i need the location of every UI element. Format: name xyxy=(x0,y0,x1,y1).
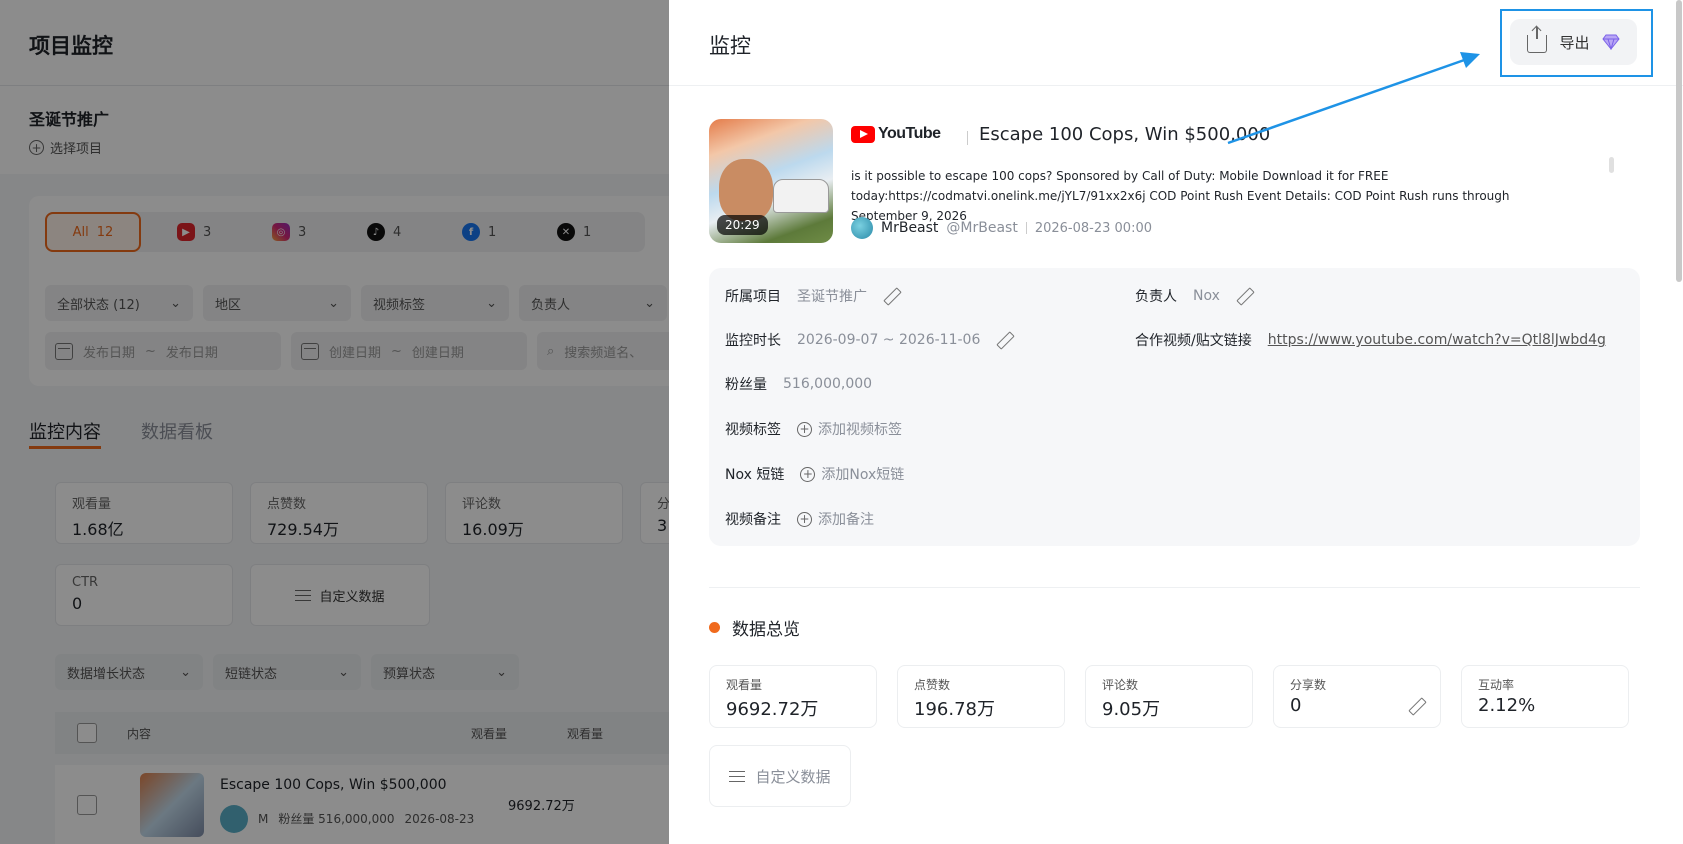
meta-separator xyxy=(1025,222,1027,234)
export-button[interactable]: 导出 xyxy=(1510,19,1637,65)
metric-label: 点赞数 xyxy=(914,678,951,692)
metric-shares: 分享数 0 xyxy=(1273,665,1441,728)
add-tag-label: 添加视频标签 xyxy=(818,422,902,438)
field-note: 视频备注 + 添加备注 xyxy=(725,509,874,529)
video-title[interactable]: Escape 100 Cops, Win $500,000 xyxy=(979,124,1270,145)
metric-comments: 评论数 9.05万 xyxy=(1085,665,1253,728)
video-summary: 20:29 YouTube Escape 100 Cops, Win $500,… xyxy=(709,119,1649,243)
field-value: Nox xyxy=(1193,288,1220,304)
field-label: Nox 短链 xyxy=(725,467,785,483)
author-handle: @MrBeast xyxy=(946,220,1018,236)
sliders-icon xyxy=(729,769,746,783)
field-label: 负责人 xyxy=(1135,289,1177,305)
metric-likes: 点赞数 196.78万 xyxy=(897,665,1065,728)
plus-circle-icon: + xyxy=(800,466,816,482)
add-note-label: 添加备注 xyxy=(818,512,874,528)
metric-value: 196.78万 xyxy=(914,699,995,720)
video-duration: 20:29 xyxy=(717,215,768,235)
field-label: 所属项目 xyxy=(725,289,781,305)
description-scrollbar[interactable] xyxy=(1609,157,1614,173)
info-card: 所属项目 圣诞节推广 负责人 Nox 监控时长 2026-09-07 ~ 202… xyxy=(709,268,1640,546)
field-label: 粉丝量 xyxy=(725,377,767,393)
add-tag-button[interactable]: + 添加视频标签 xyxy=(797,419,902,439)
monitor-drawer: 监控 导出 20:29 YouTube Escape 100 Cops, Win… xyxy=(669,0,1683,844)
field-value: 2026-09-07 ~ 2026-11-06 xyxy=(797,332,981,348)
metric-value: 9692.72万 xyxy=(726,699,819,720)
field-project: 所属项目 圣诞节推广 xyxy=(725,286,899,306)
field-owner: 负责人 Nox xyxy=(1135,286,1252,306)
metric-label: 分享数 xyxy=(1290,678,1327,692)
modal-overlay[interactable] xyxy=(0,0,669,844)
metric-views: 观看量 9692.72万 xyxy=(709,665,877,728)
custom-data-button[interactable]: 自定义数据 xyxy=(709,745,851,807)
video-thumbnail[interactable]: 20:29 xyxy=(709,119,833,243)
youtube-icon xyxy=(851,125,875,143)
metric-label: 观看量 xyxy=(726,678,763,692)
overview-title: 数据总览 xyxy=(732,620,800,640)
video-author: MrBeast @MrBeast 2026-08-23 00:00 xyxy=(851,217,1152,239)
field-value: 圣诞节推广 xyxy=(797,289,867,305)
platform-name: YouTube xyxy=(878,125,941,142)
pencil-icon[interactable] xyxy=(883,288,899,304)
field-shortlink: Nox 短链 + 添加Nox短链 xyxy=(725,464,904,484)
metric-value: 0 xyxy=(1290,695,1302,716)
author-name[interactable]: MrBeast xyxy=(881,220,938,236)
field-label: 合作视频/贴文链接 xyxy=(1135,333,1252,349)
export-label: 导出 xyxy=(1559,33,1590,52)
thumbnail-face xyxy=(719,159,773,221)
upload-icon xyxy=(1527,27,1548,53)
drawer-header: 监控 导出 xyxy=(669,0,1683,86)
plus-circle-icon: + xyxy=(797,421,812,437)
pencil-icon[interactable] xyxy=(1236,288,1252,304)
drawer-title: 监控 xyxy=(709,34,751,58)
metric-value: 2.12% xyxy=(1478,695,1536,716)
section-dot xyxy=(709,622,720,633)
add-shortlink-button[interactable]: + 添加Nox短链 xyxy=(800,464,904,484)
field-tags: 视频标签 + 添加视频标签 xyxy=(725,419,902,439)
gem-icon xyxy=(1601,34,1620,50)
title-separator xyxy=(967,131,968,145)
thumbnail-car xyxy=(773,179,829,213)
field-label: 监控时长 xyxy=(725,333,781,349)
plus-circle-icon: + xyxy=(797,511,812,527)
add-shortlink-label: 添加Nox短链 xyxy=(821,467,905,483)
video-link[interactable]: https://www.youtube.com/watch?v=Qtl8lJwb… xyxy=(1268,332,1606,348)
section-divider xyxy=(709,587,1640,588)
metric-value: 9.05万 xyxy=(1102,699,1161,720)
youtube-logo: YouTube xyxy=(851,125,941,143)
overview-section-title: 数据总览 xyxy=(709,615,800,640)
avatar xyxy=(851,217,873,239)
field-label: 视频备注 xyxy=(725,512,781,528)
field-fans: 粉丝量 516,000,000 xyxy=(725,374,872,394)
add-note-button[interactable]: + 添加备注 xyxy=(797,509,874,529)
field-value: 516,000,000 xyxy=(783,376,873,392)
custom-data-label: 自定义数据 xyxy=(755,767,831,786)
field-link: 合作视频/贴文链接 https://www.youtube.com/watch?… xyxy=(1135,330,1606,350)
metric-label: 评论数 xyxy=(1102,678,1139,692)
pencil-icon[interactable] xyxy=(1408,698,1424,714)
field-label: 视频标签 xyxy=(725,422,781,438)
pencil-icon[interactable] xyxy=(996,332,1012,348)
page-scrollbar[interactable] xyxy=(1676,0,1682,282)
field-period: 监控时长 2026-09-07 ~ 2026-11-06 xyxy=(725,330,1012,350)
publish-date: 2026-08-23 00:00 xyxy=(1034,220,1152,236)
metric-label: 互动率 xyxy=(1478,678,1515,692)
metric-engagement: 互动率 2.12% xyxy=(1461,665,1629,728)
